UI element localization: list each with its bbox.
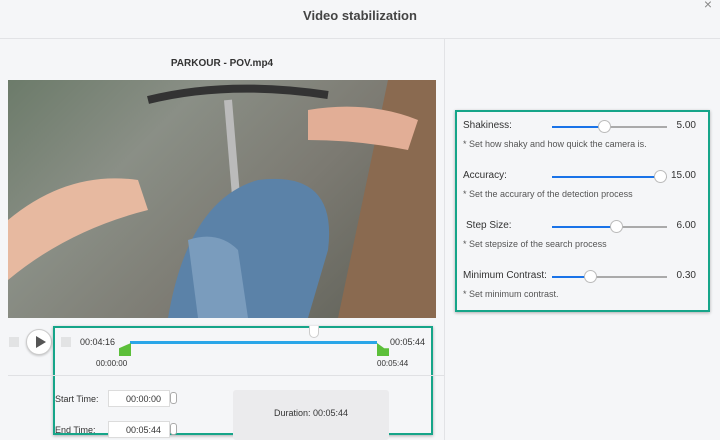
setting-slider[interactable] bbox=[552, 270, 667, 283]
drag-handle-icon[interactable] bbox=[9, 337, 19, 347]
slider-fill bbox=[552, 226, 617, 228]
setting-slider[interactable] bbox=[552, 120, 667, 133]
setting-slider[interactable] bbox=[552, 170, 668, 183]
setting-value: 15.00 bbox=[670, 170, 696, 181]
play-button[interactable] bbox=[26, 329, 52, 355]
setting-description: * Set how shaky and how quick the camera… bbox=[463, 139, 647, 149]
dialog-title: Video stabilization bbox=[303, 8, 417, 23]
total-time: 00:05:44 bbox=[390, 337, 426, 347]
divider bbox=[0, 38, 720, 39]
slider-fill bbox=[552, 126, 604, 128]
start-time-spinner[interactable] bbox=[170, 392, 177, 404]
setting-value: 6.00 bbox=[676, 220, 696, 231]
trim-range-bar bbox=[130, 341, 377, 344]
duration-value: 00:05:44 bbox=[313, 408, 349, 418]
setting-description: * Set the accurary of the detection proc… bbox=[463, 189, 633, 199]
divider bbox=[444, 39, 445, 440]
start-time-label: Start Time: bbox=[55, 394, 99, 404]
setting-label: Step Size: bbox=[466, 220, 512, 231]
start-marker-time: 00:00:00 bbox=[96, 359, 128, 368]
video-filename: PARKOUR - POV.mp4 bbox=[170, 58, 274, 69]
divider bbox=[8, 375, 444, 376]
current-time: 00:04:16 bbox=[80, 337, 116, 347]
slider-fill bbox=[552, 176, 661, 178]
end-time-spinner[interactable] bbox=[170, 423, 177, 435]
playhead[interactable] bbox=[309, 326, 319, 338]
duration-display: Duration: 00:05:44 bbox=[233, 390, 389, 440]
slider-thumb[interactable] bbox=[583, 270, 597, 283]
video-frame bbox=[8, 80, 436, 318]
setting-description: * Set minimum contrast. bbox=[463, 289, 559, 299]
setting-value: 0.30 bbox=[676, 270, 696, 281]
video-preview bbox=[8, 80, 436, 318]
setting-label: Accuracy: bbox=[463, 170, 507, 181]
close-icon[interactable]: × bbox=[704, 0, 712, 12]
setting-slider[interactable] bbox=[552, 220, 667, 233]
end-time-input[interactable]: 00:05:44 bbox=[108, 421, 170, 438]
end-marker-time: 00:05:44 bbox=[377, 359, 409, 368]
start-time-input[interactable]: 00:00:00 bbox=[108, 390, 170, 407]
setting-label: Shakiness: bbox=[463, 120, 512, 131]
slider-thumb[interactable] bbox=[597, 120, 611, 133]
setting-description: * Set stepsize of the search process bbox=[463, 239, 607, 249]
end-time-label: End Time: bbox=[55, 425, 96, 435]
setting-label: Minimum Contrast: bbox=[463, 270, 547, 281]
setting-value: 5.00 bbox=[676, 120, 696, 131]
duration-label: Duration: bbox=[273, 408, 311, 418]
drag-handle-icon[interactable] bbox=[61, 337, 71, 347]
